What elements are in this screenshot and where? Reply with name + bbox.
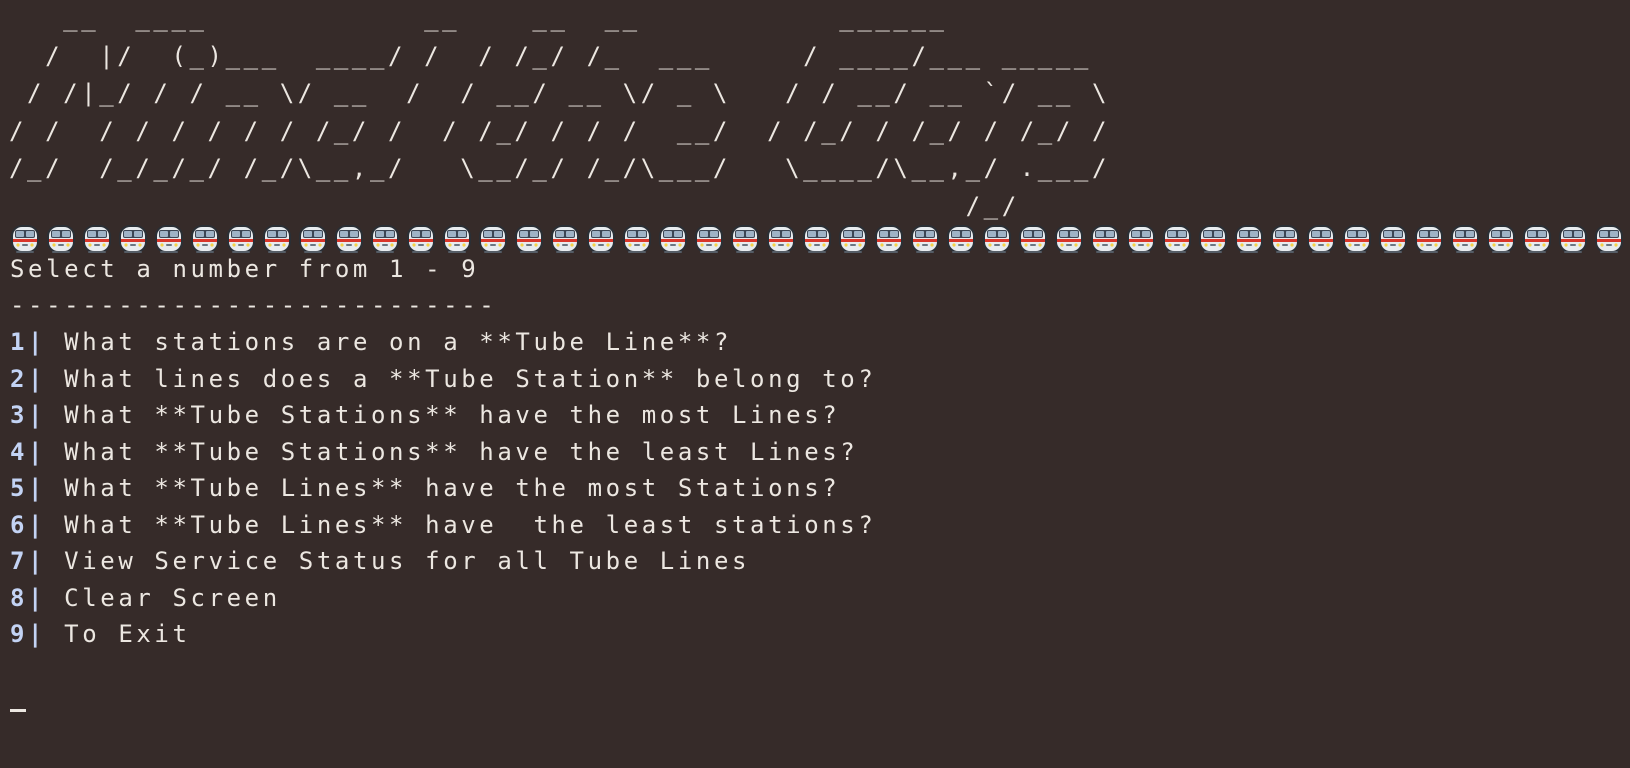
menu-item-number: 2| — [10, 365, 47, 393]
metro-train-icon — [1019, 225, 1047, 253]
menu-item-label: What lines does a **Tube Station** belon… — [64, 365, 877, 393]
metro-train-icon — [1055, 225, 1083, 253]
menu-item-number: 9| — [10, 620, 47, 648]
menu-item: 2| What lines does a **Tube Station** be… — [10, 360, 876, 398]
menu-item-number: 4| — [10, 438, 47, 466]
menu-item-number: 1| — [10, 328, 47, 356]
metro-train-icon — [1271, 225, 1299, 253]
metro-train-icon — [1595, 225, 1623, 253]
menu-prompt: Select a number from 1 - 9 — [10, 255, 480, 283]
menu-item-number: 3| — [10, 401, 47, 429]
text-cursor[interactable] — [10, 709, 26, 712]
metro-train-icon — [587, 225, 615, 253]
menu-item-label: What **Tube Lines** have the most Statio… — [64, 474, 841, 502]
metro-train-icon — [695, 225, 723, 253]
menu-item-number: 5| — [10, 474, 47, 502]
metro-train-icon — [1307, 225, 1335, 253]
menu-item-number: 8| — [10, 584, 47, 612]
metro-train-icon — [551, 225, 579, 253]
metro-train-icon — [1559, 225, 1587, 253]
metro-train-icon — [1163, 225, 1191, 253]
menu-item: 5| What **Tube Lines** have the most Sta… — [10, 469, 840, 507]
menu-item-label: Clear Screen — [64, 584, 281, 612]
metro-train-icon — [947, 225, 975, 253]
menu-item-label: View Service Status for all Tube Lines — [64, 547, 751, 575]
metro-train-icon — [515, 225, 543, 253]
metro-train-icon — [875, 225, 903, 253]
metro-train-icon — [1379, 225, 1407, 253]
metro-train-icon — [479, 225, 507, 253]
menu-item: 8| Clear Screen — [10, 579, 281, 617]
metro-train-icon — [1127, 225, 1155, 253]
menu-item: 4| What **Tube Stations** have the least… — [10, 433, 858, 471]
menu-item: 3| What **Tube Stations** have the most … — [10, 396, 840, 434]
menu-item-label: What stations are on a **Tube Line**? — [64, 328, 732, 356]
metro-train-icon — [911, 225, 939, 253]
metro-train-icon — [1451, 225, 1479, 253]
menu-item-number: 6| — [10, 511, 47, 539]
metro-train-icon — [767, 225, 795, 253]
metro-train-icon — [1487, 225, 1515, 253]
menu-item-label: What **Tube Stations** have the least Li… — [64, 438, 859, 466]
menu-item-label: What **Tube Lines** have the least stati… — [64, 511, 877, 539]
metro-train-icon — [839, 225, 867, 253]
metro-train-icon — [983, 225, 1011, 253]
menu-item: 1| What stations are on a **Tube Line**? — [10, 323, 732, 361]
metro-train-icon — [1523, 225, 1551, 253]
metro-train-icon — [1199, 225, 1227, 253]
metro-train-icon — [1343, 225, 1371, 253]
menu-item-label: To Exit — [64, 620, 191, 648]
metro-train-icon — [1235, 225, 1263, 253]
terminal-window[interactable]: __ ____ __ __ __ ______ / |/ (_)___ ____… — [0, 0, 1630, 768]
menu-item-label: What **Tube Stations** have the most Lin… — [64, 401, 841, 429]
metro-train-icon — [803, 225, 831, 253]
prompt-separator: --------------------------- — [10, 291, 498, 319]
menu-item: 9| To Exit — [10, 615, 191, 653]
metro-train-icon — [731, 225, 759, 253]
metro-train-icon — [659, 225, 687, 253]
ascii-banner: __ ____ __ __ __ ______ / |/ (_)___ ____… — [9, 4, 1111, 220]
menu-item: 6| What **Tube Lines** have the least st… — [10, 506, 876, 544]
metro-train-icon — [1415, 225, 1443, 253]
menu-item: 7| View Service Status for all Tube Line… — [10, 542, 750, 580]
menu-item-number: 7| — [10, 547, 47, 575]
metro-train-icon — [1091, 225, 1119, 253]
metro-train-icon — [623, 225, 651, 253]
